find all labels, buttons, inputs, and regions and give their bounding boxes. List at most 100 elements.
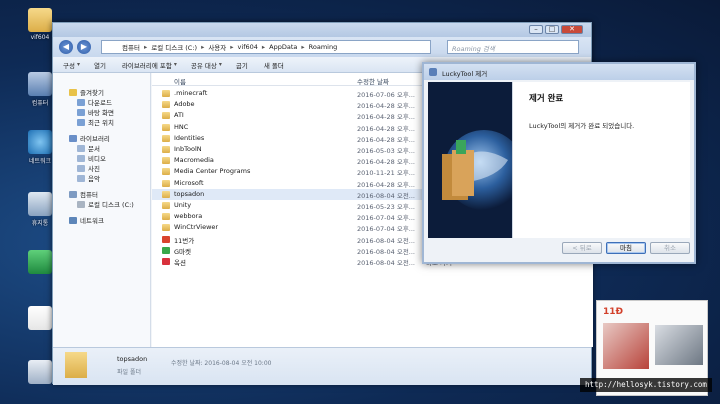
- toolbar-button[interactable]: 열기: [94, 60, 108, 70]
- file-name: HNC: [174, 122, 189, 131]
- breadcrumb-separator-icon[interactable]: ▸: [142, 43, 149, 51]
- nav-favorites-label: 즐겨찾기: [80, 89, 104, 97]
- folder-icon: [162, 190, 170, 198]
- folder-icon: [65, 352, 87, 378]
- nav-libraries[interactable]: 라이브러리: [53, 133, 150, 143]
- file-date: 2016-07-04 오후...: [357, 225, 415, 234]
- nav-favorites[interactable]: 즐겨찾기: [53, 87, 150, 97]
- nav-computer-label: 컴퓨터: [80, 191, 98, 199]
- toolbar-button[interactable]: 구성: [63, 60, 80, 70]
- details-type: 파일 폴더: [117, 369, 141, 376]
- network-icon: [28, 130, 52, 154]
- breadcrumb-separator-icon[interactable]: ▸: [199, 43, 206, 51]
- close-button[interactable]: ✕: [561, 25, 583, 34]
- breadcrumb-separator-icon[interactable]: ▸: [299, 43, 306, 51]
- nav-item[interactable]: 사진: [53, 163, 150, 173]
- nav-item[interactable]: 최근 위치: [53, 117, 150, 127]
- file-name: 옥션: [174, 259, 186, 267]
- nav-item-label: 로컬 디스크 (C:): [88, 201, 134, 209]
- file-name: Media Center Programs: [174, 167, 251, 176]
- file-name: .minecraft: [174, 89, 208, 97]
- nav-item[interactable]: 다운로드: [53, 97, 150, 107]
- folder-icon: [162, 168, 170, 176]
- folder-icon: [162, 224, 170, 232]
- breadcrumb-segment[interactable]: AppData: [267, 43, 299, 51]
- file-date: 2016-07-04 오후...: [357, 214, 415, 223]
- title-bar[interactable]: – □ ✕: [53, 23, 591, 37]
- nav-item[interactable]: 음악: [53, 173, 150, 183]
- shortcut-auction-icon: [162, 258, 170, 265]
- folder-icon: [77, 154, 85, 162]
- computer-icon: [69, 190, 77, 198]
- nav-item-label: 바탕 화면: [88, 109, 114, 117]
- star-icon: [69, 88, 77, 96]
- nav-network[interactable]: 네트워크: [53, 215, 150, 225]
- nav-computer[interactable]: 컴퓨터: [53, 189, 150, 199]
- file-date: 2016-04-28 오후...: [357, 135, 415, 144]
- folder-icon: [77, 200, 85, 208]
- column-date[interactable]: 수정한 날짜: [357, 76, 389, 86]
- folder-icon: [162, 90, 170, 97]
- nav-item[interactable]: 바탕 화면: [53, 107, 150, 117]
- breadcrumb-segment[interactable]: vif604: [236, 43, 260, 51]
- toolbar-button[interactable]: 라이브러리에 포함: [122, 60, 177, 70]
- file-date: 2016-04-28 오후...: [357, 124, 415, 133]
- library-icon: [69, 134, 77, 142]
- file-name: webbora: [174, 212, 203, 221]
- file-date: 2016-04-28 오후...: [357, 180, 415, 189]
- folder-icon: [77, 144, 85, 152]
- back-arrow-icon[interactable]: ◀: [59, 40, 73, 54]
- folder-icon: [77, 118, 85, 126]
- nav-item[interactable]: 문서: [53, 143, 150, 153]
- toolbar-button[interactable]: 새 폴더: [264, 60, 286, 70]
- nav-item[interactable]: 비디오: [53, 153, 150, 163]
- dialog-title-bar[interactable]: LuckyTool 제거: [424, 64, 694, 80]
- minimize-button[interactable]: –: [529, 25, 543, 34]
- file-date: 2016-05-23 오후...: [357, 203, 415, 211]
- column-name[interactable]: 이름: [174, 76, 186, 86]
- breadcrumb-segment[interactable]: 로컬 디스크 (C:): [149, 42, 199, 52]
- nav-item[interactable]: 로컬 디스크 (C:): [53, 199, 150, 209]
- watermark: http://hellosyk.tistory.com: [580, 378, 712, 392]
- finish-button[interactable]: 마침: [606, 242, 646, 254]
- cancel-button[interactable]: 취소: [650, 242, 690, 254]
- navigation-pane: 즐겨찾기 다운로드 바탕 화면 최근 위치 라이브러리 문서 비디오 사진 음악 컴퓨터 …: [53, 73, 151, 347]
- dialog-content: 제거 완료 LuckyTool의 제거가 완료 되었습니다.: [512, 82, 690, 238]
- nav-item-label: 문서: [88, 145, 100, 153]
- toolbar-button[interactable]: 공유 대상: [191, 60, 222, 70]
- address-bar[interactable]: 컴퓨터 ▸ 로컬 디스크 (C:) ▸ 사용자 ▸ vif604 ▸ AppData ▸ Roami…: [101, 40, 431, 54]
- breadcrumb-separator-icon[interactable]: ▸: [260, 43, 267, 51]
- folder-icon: [162, 157, 170, 165]
- details-modified: 수정한 날짜: 2016-08-04 오전 10:00: [171, 360, 272, 367]
- folder-icon: [28, 8, 52, 32]
- file-date: 2010-11-21 오후...: [357, 169, 415, 178]
- breadcrumb-segment[interactable]: Roaming: [307, 43, 340, 51]
- file-name: topsadon: [174, 189, 205, 198]
- file-name: WinCtrViewer: [174, 223, 219, 232]
- folder-icon: [77, 164, 85, 172]
- nav-item-label: 최근 위치: [88, 119, 114, 127]
- file-date: 2016-07-06 오후...: [357, 91, 415, 99]
- breadcrumb-segment[interactable]: 사용자: [206, 42, 228, 52]
- nav-network-label: 네트워크: [80, 217, 104, 225]
- computer-icon: [28, 72, 52, 96]
- file-date: 2016-05-03 오후...: [357, 147, 415, 155]
- back-button[interactable]: < 뒤로: [562, 242, 602, 254]
- nav-libraries-label: 라이브러리: [80, 135, 110, 143]
- file-date: 2016-04-28 오후...: [357, 102, 415, 111]
- file-date: 2016-08-04 오전...: [357, 247, 415, 256]
- file-name: Microsoft: [174, 178, 204, 187]
- installer-banner: [428, 82, 512, 238]
- search-input[interactable]: Roaming 검색: [447, 40, 579, 54]
- folder-icon: [162, 146, 170, 153]
- dialog-message: LuckyTool의 제거가 완료 되었습니다.: [529, 122, 635, 130]
- breadcrumb-segment[interactable]: 컴퓨터: [120, 42, 142, 52]
- address-row: ◀ ▶ 컴퓨터 ▸ 로컬 디스크 (C:) ▸ 사용자 ▸ vif604 ▸ AppData ▸ R…: [53, 37, 591, 57]
- forward-arrow-icon[interactable]: ▶: [77, 40, 91, 54]
- dialog-buttons: < 뒤로 마침 취소: [424, 238, 694, 258]
- app-p-icon: [28, 306, 52, 330]
- maximize-button[interactable]: □: [545, 25, 559, 34]
- breadcrumb-separator-icon[interactable]: ▸: [228, 43, 235, 51]
- toolbar-button[interactable]: 굽기: [236, 60, 250, 70]
- shortcut-gmarket-icon: [162, 246, 170, 254]
